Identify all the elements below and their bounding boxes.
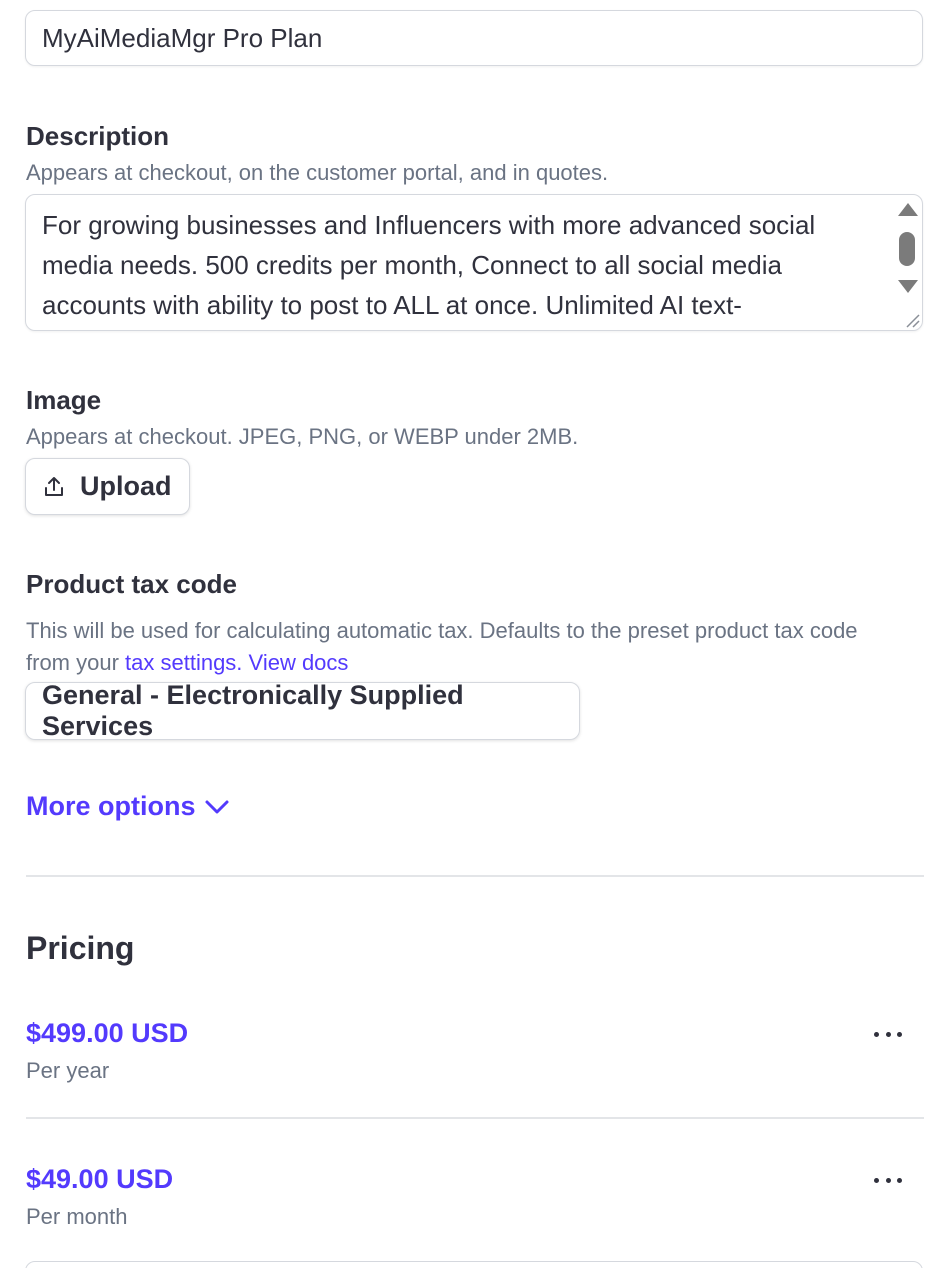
more-options-label: More options [26, 791, 196, 821]
resize-grip-icon[interactable] [904, 312, 920, 328]
tax-code-selector[interactable]: General - Electronically Supplied Servic… [25, 680, 580, 741]
description-textarea[interactable]: For growing businesses and Influencers w… [25, 194, 923, 331]
add-price-box[interactable] [25, 1261, 923, 1268]
tax-code-hint: This will be used for calculating automa… [26, 615, 906, 679]
description-line: For growing businesses and Influencers w… [42, 210, 816, 240]
more-options-toggle[interactable]: More options [26, 791, 230, 822]
price-more-actions-icon[interactable] [874, 1028, 902, 1040]
price-interval: Per month [26, 1204, 128, 1229]
scroll-down-arrow-icon[interactable] [898, 280, 918, 293]
product-form: MyAiMediaMgr Pro Plan Description Appear… [0, 0, 949, 1268]
tax-code-value: General - Electronically Supplied Servic… [42, 680, 464, 741]
image-hint: Appears at checkout. JPEG, PNG, or WEBP … [26, 424, 579, 449]
tax-settings-link[interactable]: tax settings. [125, 650, 242, 675]
price-divider [26, 1117, 924, 1119]
tax-code-label: Product tax code [26, 569, 237, 599]
price-interval: Per year [26, 1058, 110, 1083]
chevron-down-icon [205, 800, 228, 813]
description-scrollbar[interactable] [896, 201, 918, 297]
description-line: accounts with ability to post to ALL at … [42, 290, 742, 320]
price-amount[interactable]: $499.00 USD [26, 1018, 188, 1049]
price-amount[interactable]: $49.00 USD [26, 1164, 173, 1195]
description-line: media needs. 500 credits per month, Conn… [42, 250, 782, 280]
description-text: For growing businesses and Influencers w… [42, 205, 887, 325]
scroll-thumb[interactable] [899, 232, 915, 266]
upload-icon [45, 476, 63, 496]
upload-button[interactable]: Upload [25, 458, 190, 515]
pricing-title: Pricing [26, 930, 135, 966]
description-hint: Appears at checkout, on the customer por… [26, 160, 609, 185]
product-name-value: MyAiMediaMgr Pro Plan [42, 22, 323, 53]
product-name-input[interactable]: MyAiMediaMgr Pro Plan [25, 10, 923, 66]
price-more-actions-icon[interactable] [874, 1174, 902, 1186]
image-label: Image [26, 385, 102, 415]
scroll-up-arrow-icon[interactable] [898, 203, 918, 216]
upload-button-label: Upload [80, 471, 172, 501]
section-divider [26, 875, 924, 877]
view-docs-link[interactable]: View docs [249, 650, 349, 675]
description-label: Description [26, 121, 170, 151]
